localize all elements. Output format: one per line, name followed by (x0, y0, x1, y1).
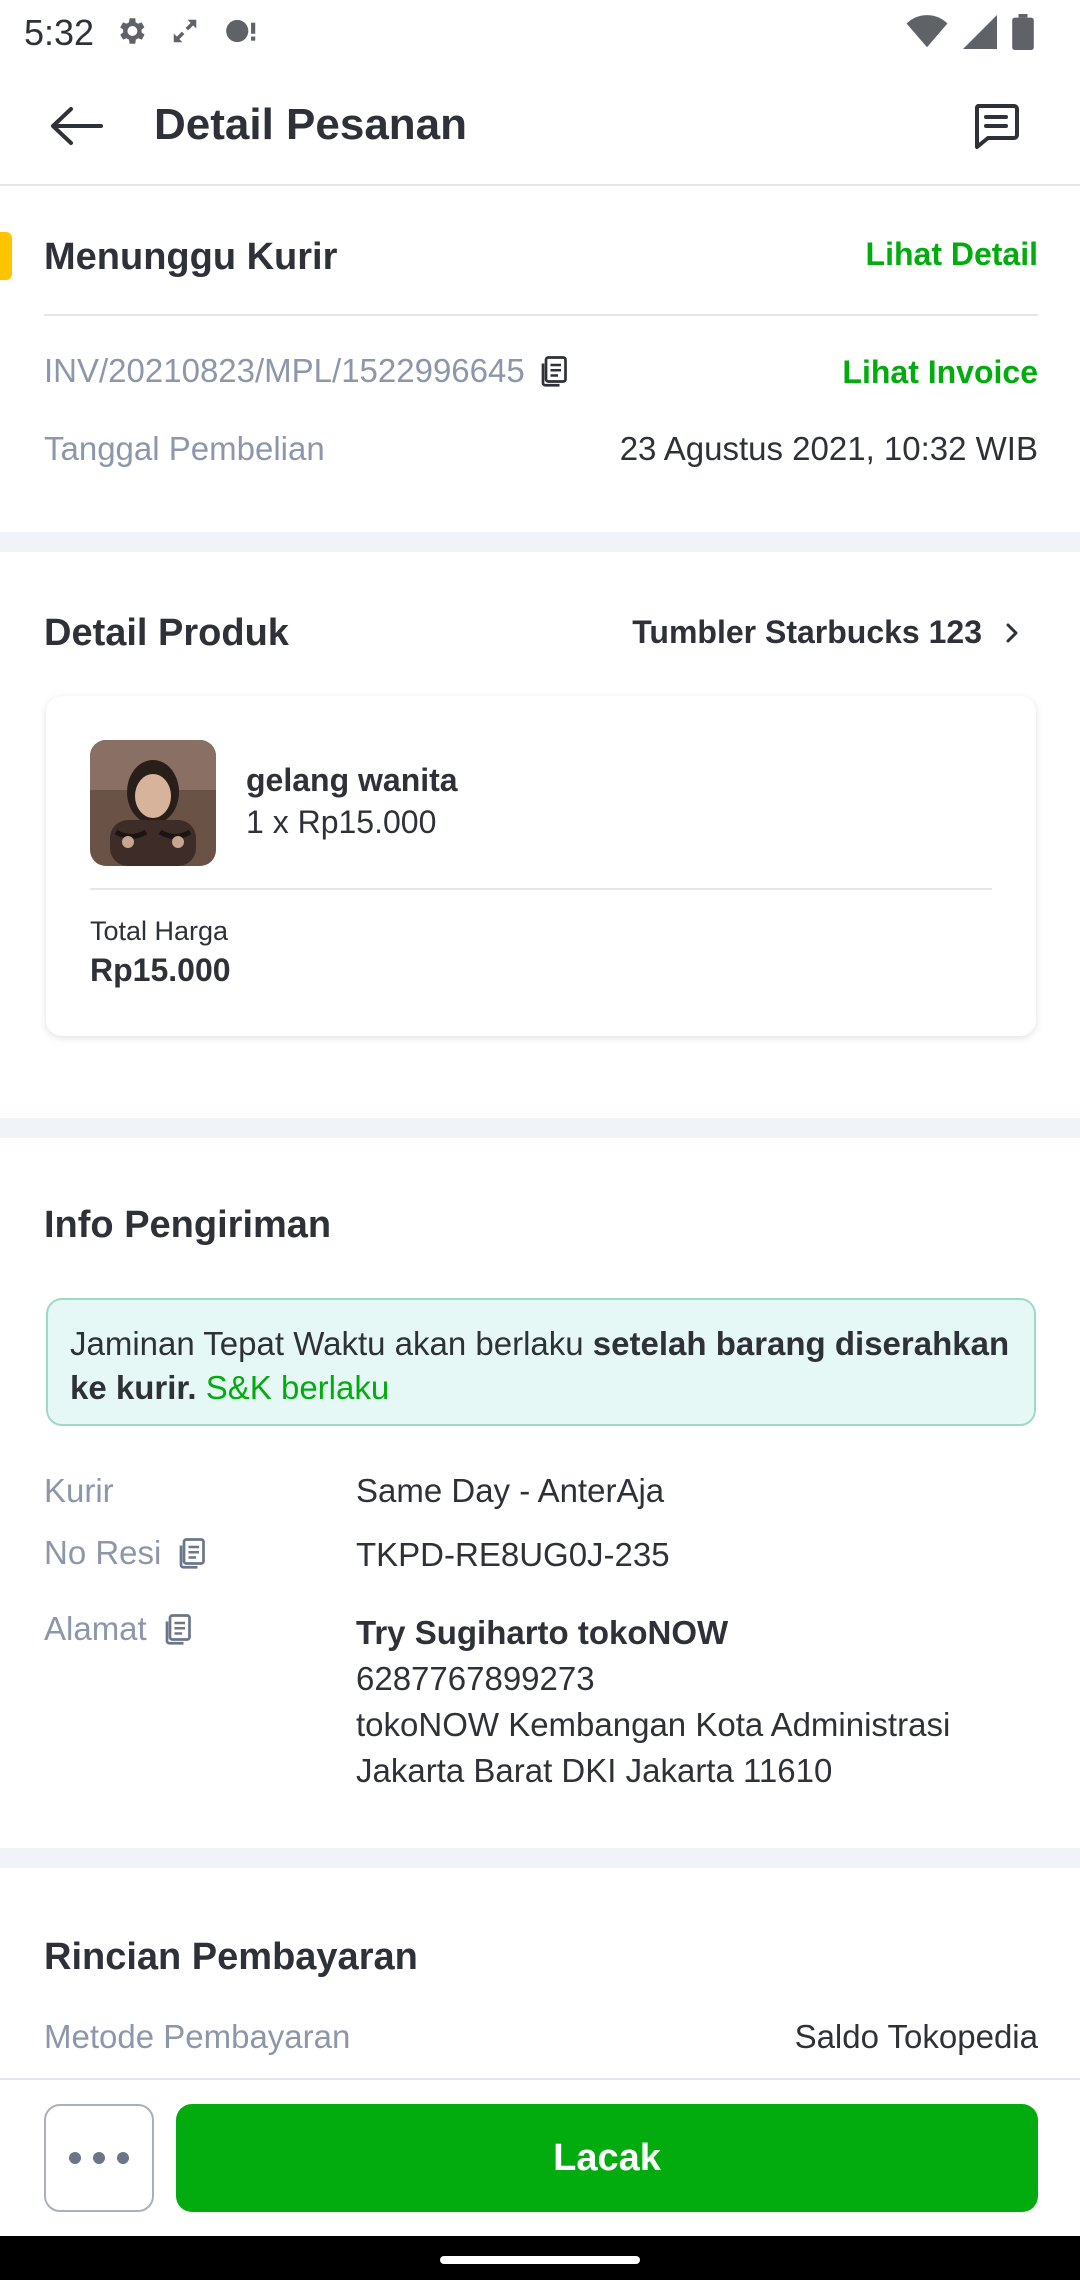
lacak-button[interactable]: Lacak (176, 2104, 1038, 2212)
product-name: gelang wanita (246, 762, 458, 798)
wifi-icon (906, 15, 948, 48)
address-line2: Jakarta Barat DKI Jakarta 11610 (356, 1752, 833, 1789)
arrow-left-icon (51, 107, 103, 145)
section-gap (0, 532, 1080, 552)
resi-value: TKPD-RE8UG0J-235 (356, 1536, 670, 1573)
invoice-row: INV/20210823/MPL/1522996645 (44, 352, 573, 390)
card-divider (90, 888, 992, 890)
payment-section-title: Rincian Pembayaran (44, 1936, 418, 1978)
bottom-action-bar: Lacak (0, 2078, 1080, 2236)
page-title: Detail Pesanan (154, 100, 468, 149)
notice-text: Jaminan Tepat Waktu akan berlaku (70, 1325, 593, 1362)
rotate-icon (173, 19, 197, 43)
address-name: Try Sugiharto tokoNOW (356, 1614, 729, 1651)
courier-value: Same Day - AnterAja (356, 1472, 665, 1509)
shop-name: Tumbler Starbucks 123 (632, 614, 982, 650)
status-time: 5:32 (24, 12, 95, 53)
purchase-date-value: 23 Agustus 2021, 10:32 WIB (619, 430, 1038, 467)
divider (44, 314, 1038, 316)
address-block: Try Sugiharto tokoNOW 6287767899273 toko… (356, 1610, 950, 1794)
total-label: Total Harga (90, 916, 229, 946)
status-bar: 5:32 (0, 0, 1080, 66)
status-icons-right (906, 14, 1034, 50)
back-button[interactable] (40, 96, 110, 156)
lihat-detail-link[interactable]: Lihat Detail (866, 236, 1038, 273)
more-dot-icon (93, 2152, 105, 2164)
system-nav-bar (0, 2236, 1080, 2280)
total-value: Rp15.000 (90, 952, 231, 988)
invoice-number: INV/20210823/MPL/1522996645 (44, 352, 525, 389)
resi-label-row: No Resi (44, 1534, 211, 1572)
purchase-date-label: Tanggal Pembelian (44, 430, 325, 467)
status-accent-bar (0, 232, 12, 280)
sk-link[interactable]: S&K berlaku (206, 1369, 389, 1406)
address-phone: 6287767899273 (356, 1660, 595, 1697)
order-status-label: Menunggu Kurir (44, 236, 338, 278)
notification-icon (226, 19, 256, 43)
address-label-row: Alamat (44, 1610, 197, 1648)
payment-method-label: Metode Pembayaran (44, 2018, 351, 2055)
payment-method-value: Saldo Tokopedia (794, 2018, 1038, 2055)
copy-icon[interactable] (537, 353, 573, 389)
notice-box: Jaminan Tepat Waktu akan berlaku setelah… (46, 1298, 1036, 1426)
chevron-right-icon (1006, 623, 1018, 642)
address-line1: tokoNOW Kembangan Kota Administrasi (356, 1706, 951, 1743)
app-header: Detail Pesanan (0, 66, 1080, 186)
copy-icon[interactable] (161, 1611, 197, 1647)
courier-label: Kurir (44, 1472, 114, 1509)
status-icons-left (114, 14, 258, 48)
lihat-invoice-link[interactable]: Lihat Invoice (842, 354, 1038, 391)
chat-icon (974, 104, 1019, 149)
home-gesture-pill[interactable] (440, 2256, 640, 2264)
product-image (90, 740, 216, 866)
more-dot-icon (69, 2152, 81, 2164)
section-gap (0, 1848, 1080, 1868)
more-options-button[interactable] (44, 2104, 154, 2212)
signal-icon (963, 15, 997, 49)
product-qty-price: 1 x Rp15.000 (246, 804, 437, 840)
chat-button[interactable] (964, 94, 1028, 158)
resi-label: No Resi (44, 1534, 162, 1571)
product-card[interactable]: gelang wanita 1 x Rp15.000 Total Harga R… (46, 696, 1036, 1036)
settings-icon (120, 18, 145, 44)
section-gap (0, 1118, 1080, 1138)
copy-icon[interactable] (175, 1535, 211, 1571)
shop-link[interactable]: Tumbler Starbucks 123 (632, 614, 1020, 651)
shipping-section-title: Info Pengiriman (44, 1204, 332, 1246)
address-label: Alamat (44, 1610, 147, 1647)
product-section-title: Detail Produk (44, 612, 289, 654)
more-dot-icon (117, 2152, 129, 2164)
battery-icon (1012, 14, 1034, 50)
